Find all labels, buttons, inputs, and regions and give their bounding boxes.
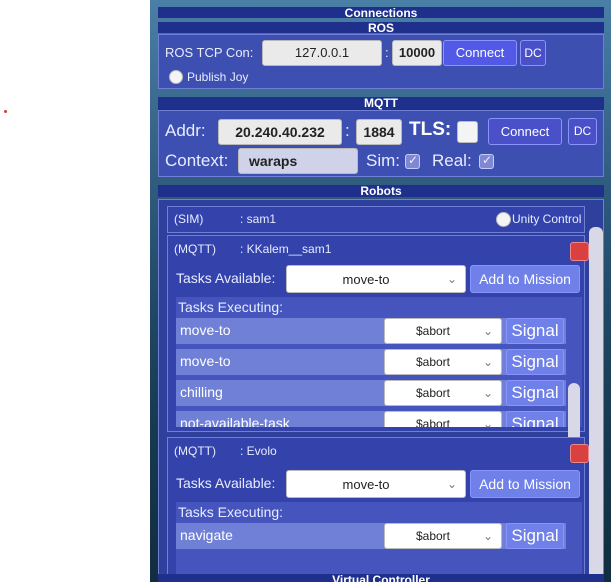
add-to-mission-button[interactable]: Add to Mission: [470, 470, 580, 498]
mqtt-connect-button[interactable]: Connect: [488, 118, 562, 145]
robots-title: Robots: [360, 184, 402, 198]
task-row: not-available-task $abort ⌄ Signal: [176, 411, 566, 427]
connections-panel: Connections ROS ROS TCP Con: 127.0.0.1 :…: [150, 0, 611, 582]
chevron-down-icon: ⌄: [482, 386, 493, 400]
mqtt-port-input[interactable]: 1884: [356, 119, 402, 145]
signal-value: $abort: [415, 417, 451, 427]
tasks-available-dropdown[interactable]: move-to ⌄: [286, 265, 466, 293]
robots-header: Robots: [158, 185, 604, 197]
mqtt-title: MQTT: [364, 96, 398, 110]
status-indicator: [570, 444, 589, 463]
selected-task: move-to: [342, 272, 390, 287]
mqtt-header: MQTT: [158, 97, 604, 110]
status-indicator: [570, 242, 589, 261]
ros-header: ROS: [158, 21, 604, 35]
tasks-available-dropdown[interactable]: move-to ⌄: [286, 470, 466, 498]
mqtt-section: Addr: 20.240.40.232 : 1884 TLS: Connect …: [158, 110, 604, 177]
task-name: not-available-task: [180, 415, 290, 427]
tasks-executing-label: Tasks Executing:: [178, 504, 284, 520]
tls-checkbox[interactable]: [457, 121, 478, 143]
robot-type: (MQTT): [174, 444, 216, 458]
selected-task: move-to: [342, 477, 390, 492]
signal-value: $abort: [415, 324, 451, 338]
robot-name: : sam1: [240, 212, 277, 226]
robot-name: : Evolo: [240, 444, 277, 458]
task-row: move-to $abort ⌄ Signal: [176, 318, 566, 344]
signal-value: $abort: [415, 386, 451, 400]
mqtt-dc-button[interactable]: DC: [568, 118, 597, 145]
ros-port-separator: :: [385, 45, 389, 60]
chevron-down-icon: ⌄: [482, 355, 493, 369]
signal-value: $abort: [415, 355, 451, 369]
robot-name: : KKalem__sam1: [240, 242, 332, 256]
tasks-executing-label: Tasks Executing:: [178, 299, 284, 315]
robot-type: (SIM): [174, 212, 204, 226]
robot-card-sim[interactable]: (SIM) : sam1 Unity Control: [167, 206, 585, 233]
signal-button[interactable]: Signal: [506, 318, 564, 344]
ros-tcp-label: ROS TCP Con:: [165, 45, 254, 60]
tasks-executing-box: Tasks Executing: navigate $abort ⌄ Signa…: [176, 502, 582, 582]
mqtt-addr-label: Addr:: [165, 121, 206, 140]
publish-joy-label: Publish Joy: [187, 70, 249, 84]
robots-scrollbar[interactable]: [589, 227, 603, 582]
signal-button[interactable]: Signal: [506, 411, 564, 427]
tasks-available-label: Tasks Available:: [176, 270, 276, 286]
mqtt-port-separator: :: [345, 121, 350, 140]
sim-label: Sim:: [366, 151, 400, 170]
task-row: chilling $abort ⌄ Signal: [176, 380, 566, 406]
task-name: navigate: [180, 527, 233, 543]
robot-card-kkalem-sam1[interactable]: (MQTT) : KKalem__sam1 Tasks Available: m…: [167, 235, 589, 487]
signal-button[interactable]: Signal: [506, 349, 564, 375]
tasks-available-label: Tasks Available:: [176, 475, 276, 491]
tasks-scroll-view[interactable]: move-to $abort ⌄ Signal move-to $abort ⌄: [176, 318, 578, 427]
signal-dropdown[interactable]: $abort ⌄: [384, 523, 502, 549]
context-input[interactable]: waraps: [238, 148, 358, 174]
mqtt-addr-input[interactable]: 20.240.40.232: [218, 119, 342, 145]
task-row: move-to $abort ⌄ Signal: [176, 349, 566, 375]
real-label: Real:: [432, 151, 472, 170]
tls-label: TLS:: [409, 119, 452, 140]
signal-value: $abort: [415, 529, 451, 543]
task-name: chilling: [180, 384, 223, 400]
ros-connect-button[interactable]: Connect: [443, 40, 517, 66]
red-marker: [4, 110, 7, 113]
ros-title: ROS: [367, 21, 394, 35]
chevron-down-icon: ⌄: [482, 417, 493, 427]
chevron-down-icon: ⌄: [446, 477, 457, 491]
ros-port-input[interactable]: 10000: [392, 40, 442, 66]
real-checkbox[interactable]: [479, 153, 494, 169]
chevron-down-icon: ⌄: [482, 529, 493, 543]
signal-dropdown[interactable]: $abort ⌄: [384, 411, 502, 427]
unity-control-label: Unity Control: [512, 212, 582, 226]
robot-card-evolo[interactable]: (MQTT) : Evolo Tasks Available: move-to …: [167, 437, 589, 582]
virtual-controller-title: Virtual Controller: [332, 573, 430, 582]
signal-dropdown[interactable]: $abort ⌄: [384, 318, 502, 344]
task-name: move-to: [180, 353, 231, 369]
virtual-controller-header: Virtual Controller: [158, 574, 604, 582]
signal-dropdown[interactable]: $abort ⌄: [384, 380, 502, 406]
chevron-down-icon: ⌄: [446, 272, 457, 286]
robots-list[interactable]: (SIM) : sam1 Unity Control (MQTT) : KKal…: [158, 199, 604, 582]
sim-checkbox[interactable]: [405, 153, 420, 169]
robot-type: (MQTT): [174, 242, 216, 256]
add-to-mission-button[interactable]: Add to Mission: [470, 265, 580, 293]
connections-header: Connections: [158, 6, 604, 20]
ros-dc-button[interactable]: DC: [520, 40, 546, 66]
unity-control-checkbox[interactable]: [496, 212, 511, 227]
signal-button[interactable]: Signal: [506, 523, 564, 549]
task-name: move-to: [180, 322, 231, 338]
chevron-down-icon: ⌄: [482, 324, 493, 338]
context-label: Context:: [165, 151, 229, 170]
task-row: navigate $abort ⌄ Signal: [176, 523, 566, 549]
ros-ip-input[interactable]: 127.0.0.1: [262, 40, 382, 66]
connections-title: Connections: [344, 6, 418, 20]
ros-section: ROS TCP Con: 127.0.0.1 : 10000 Connect D…: [158, 34, 604, 89]
publish-joy-checkbox[interactable]: [169, 70, 183, 84]
signal-button[interactable]: Signal: [506, 380, 564, 406]
signal-dropdown[interactable]: $abort ⌄: [384, 349, 502, 375]
tasks-executing-box: Tasks Executing: move-to $abort ⌄ Signal…: [176, 297, 582, 487]
